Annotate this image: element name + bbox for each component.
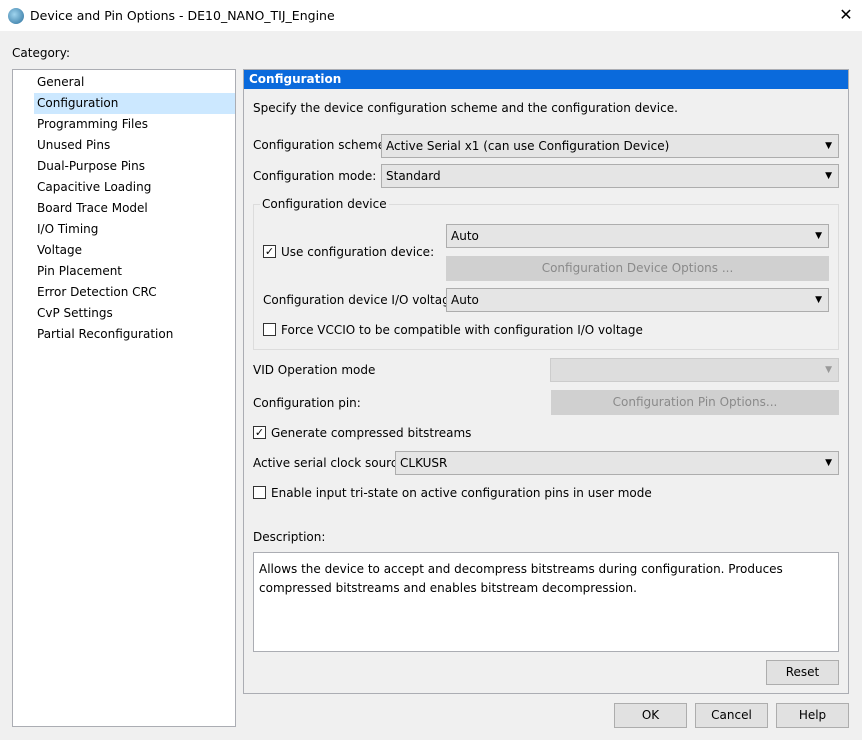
tristate-label: Enable input tri-state on active configu… xyxy=(271,486,652,500)
force-vccio-label: Force VCCIO to be compatible with config… xyxy=(281,323,643,337)
category-item[interactable]: Programming Files xyxy=(34,114,235,135)
device-value: Auto xyxy=(451,229,479,243)
chevron-down-icon: ▼ xyxy=(825,365,832,375)
category-label: Category: xyxy=(12,46,70,60)
chevron-down-icon: ▼ xyxy=(815,231,822,241)
io-voltage-label: Configuration device I/O voltage: xyxy=(263,293,462,307)
scheme-value: Active Serial x1 (can use Configuration … xyxy=(386,139,670,153)
chevron-down-icon: ▼ xyxy=(825,141,832,151)
vid-label: VID Operation mode xyxy=(253,363,376,377)
clock-select[interactable]: CLKUSR ▼ xyxy=(395,451,839,475)
mode-label: Configuration mode: xyxy=(253,169,377,183)
force-vccio-checkbox[interactable] xyxy=(263,323,276,336)
close-button[interactable]: ✕ xyxy=(836,5,856,24)
vid-select[interactable]: ▼ xyxy=(550,358,839,382)
category-item[interactable]: I/O Timing xyxy=(34,219,235,240)
chevron-down-icon: ▼ xyxy=(825,458,832,468)
app-icon xyxy=(8,8,24,24)
category-item[interactable]: Voltage xyxy=(34,240,235,261)
category-item[interactable]: Dual-Purpose Pins xyxy=(34,156,235,177)
chevron-down-icon: ▼ xyxy=(825,171,832,181)
category-item[interactable]: Partial Reconfiguration xyxy=(34,324,235,345)
window-title: Device and Pin Options - DE10_NANO_TIJ_E… xyxy=(30,8,335,23)
help-button[interactable]: Help xyxy=(776,703,849,728)
compress-checkbox[interactable]: ✓ xyxy=(253,426,266,439)
scheme-label: Configuration scheme: xyxy=(253,138,390,152)
category-list[interactable]: General Configuration Programming Files Unu… xyxy=(12,69,236,727)
compress-label: Generate compressed bitstreams xyxy=(271,426,472,440)
description-label: Description: xyxy=(253,530,326,544)
category-item[interactable]: Unused Pins xyxy=(34,135,235,156)
device-select[interactable]: Auto ▼ xyxy=(446,224,829,248)
use-device-label: Use configuration device: xyxy=(281,245,435,259)
chevron-down-icon: ▼ xyxy=(815,295,822,305)
pin-options-button[interactable]: Configuration Pin Options... xyxy=(551,390,839,415)
io-voltage-select[interactable]: Auto ▼ xyxy=(446,288,829,312)
ok-button[interactable]: OK xyxy=(614,703,687,728)
tristate-checkbox[interactable] xyxy=(253,486,266,499)
device-options-button[interactable]: Configuration Device Options ... xyxy=(446,256,829,281)
category-item[interactable]: CvP Settings xyxy=(34,303,235,324)
pin-label: Configuration pin: xyxy=(253,396,361,410)
reset-button[interactable]: Reset xyxy=(766,660,839,685)
mode-value: Standard xyxy=(386,169,441,183)
description-text: Allows the device to accept and decompre… xyxy=(253,552,839,652)
group-title: Configuration device xyxy=(260,197,389,211)
mode-select[interactable]: Standard ▼ xyxy=(381,164,839,188)
category-item[interactable]: Board Trace Model xyxy=(34,198,235,219)
panel-header: Configuration xyxy=(244,70,848,89)
category-item[interactable]: Error Detection CRC xyxy=(34,282,235,303)
clock-label: Active serial clock source: xyxy=(253,456,409,470)
category-item[interactable]: General xyxy=(34,72,235,93)
use-device-checkbox[interactable]: ✓ xyxy=(263,245,276,258)
category-item[interactable]: Capacitive Loading xyxy=(34,177,235,198)
clock-value: CLKUSR xyxy=(400,456,448,470)
cancel-button[interactable]: Cancel xyxy=(695,703,768,728)
scheme-select[interactable]: Active Serial x1 (can use Configuration … xyxy=(381,134,839,158)
io-voltage-value: Auto xyxy=(451,293,479,307)
category-item[interactable]: Configuration xyxy=(34,93,235,114)
category-item[interactable]: Pin Placement xyxy=(34,261,235,282)
panel-intro: Specify the device configuration scheme … xyxy=(253,101,678,115)
